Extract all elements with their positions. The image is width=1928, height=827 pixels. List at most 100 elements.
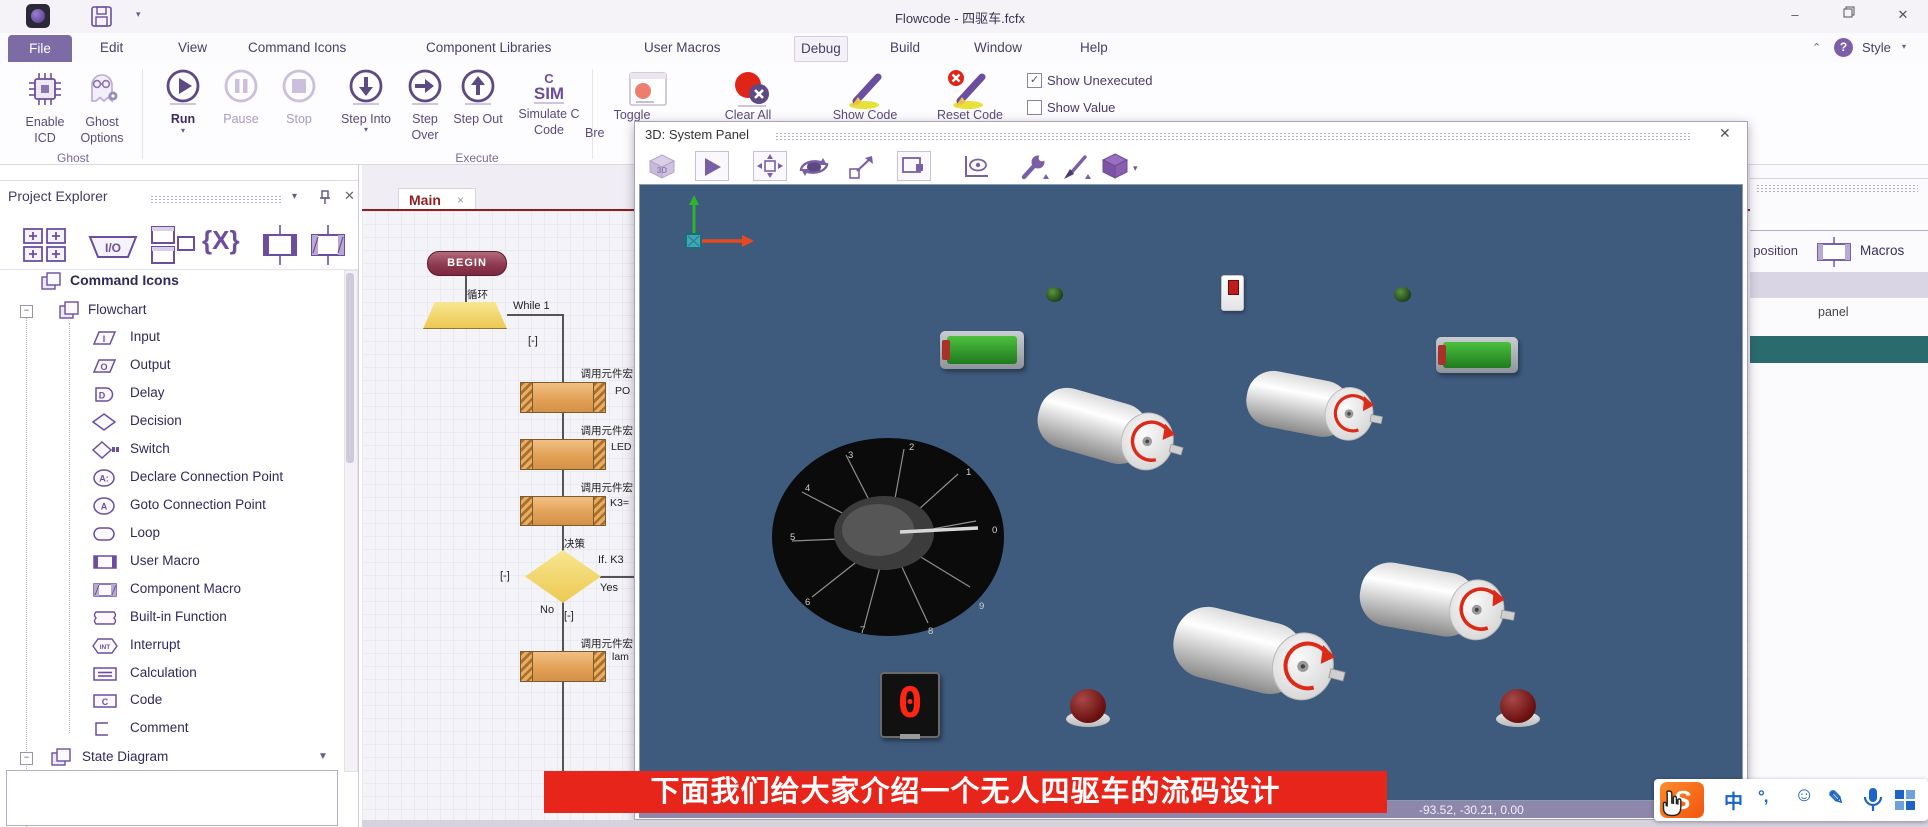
grid-add-icon[interactable]: [20, 225, 72, 265]
simulate-c-code-button[interactable]: C SIM Simulate C Code: [512, 68, 586, 138]
3d-region-button[interactable]: [897, 151, 931, 181]
flow-decision-node[interactable]: [525, 550, 601, 603]
menu-window[interactable]: Window: [968, 36, 1028, 60]
style-caret-icon[interactable]: ▾: [1902, 42, 1906, 51]
menu-component-libraries[interactable]: Component Libraries: [420, 36, 557, 60]
motor[interactable]: [1343, 540, 1534, 669]
3d-pan-button[interactable]: [753, 151, 787, 181]
flow-component-macro-node[interactable]: [520, 439, 606, 470]
tree-guide: [26, 315, 27, 827]
ime-toolbox-icon[interactable]: [1894, 789, 1918, 811]
help-icon[interactable]: ?: [1834, 38, 1853, 57]
app-icon[interactable]: [26, 4, 50, 28]
3d-brush-icon[interactable]: [1061, 153, 1091, 181]
close-button[interactable]: ✕: [1888, 7, 1918, 23]
tree-scrollbar[interactable]: [344, 270, 358, 772]
panel-close-icon[interactable]: ✕: [344, 188, 355, 204]
minimize-button[interactable]: –: [1780, 7, 1810, 22]
step-over-button[interactable]: Step Over: [398, 68, 452, 143]
selected-row[interactable]: [1750, 336, 1928, 363]
flow-component-macro-node[interactable]: [520, 496, 606, 526]
ribbon-collapse-icon[interactable]: ⌃: [1812, 41, 1821, 54]
tree-expander[interactable]: −: [20, 752, 33, 765]
menu-edit[interactable]: Edit: [94, 36, 129, 60]
menu-build[interactable]: Build: [884, 36, 926, 60]
stop-button[interactable]: Stop: [272, 68, 326, 127]
run-button[interactable]: Run ▾: [155, 68, 211, 135]
flow-component-macro-node[interactable]: [520, 382, 606, 413]
led-bargraph[interactable]: [1436, 337, 1518, 373]
windows-icon[interactable]: [148, 223, 198, 267]
push-button[interactable]: [1495, 687, 1541, 729]
tree-overflow-caret-icon[interactable]: ▼: [318, 751, 328, 762]
pin-icon[interactable]: [318, 189, 332, 205]
panel-menu-caret-icon[interactable]: ▾: [292, 191, 297, 202]
3d-viewport[interactable]: 0 1 2 3 4 5 6 7 8 9 0: [639, 184, 1743, 801]
menu-file[interactable]: File: [8, 35, 72, 62]
reset-code-button[interactable]: [946, 69, 996, 111]
ime-chinese-mode-icon[interactable]: 中: [1724, 787, 1743, 814]
seven-segment-display[interactable]: 0: [880, 672, 940, 738]
flow-component-macro-node[interactable]: [520, 651, 606, 682]
restore-button[interactable]: [1834, 6, 1864, 21]
ghost-options-button[interactable]: Ghost Options: [70, 69, 134, 146]
menu-help[interactable]: Help: [1074, 36, 1114, 60]
rotary-dial[interactable]: 0 1 2 3 4 5 6 7 8 9: [770, 437, 1006, 639]
motor[interactable]: [1019, 361, 1203, 506]
clear-all-breakpoints-button[interactable]: [730, 69, 774, 109]
enable-icd-button[interactable]: Enable ICD: [14, 69, 76, 146]
ime-handwriting-icon[interactable]: ✎: [1828, 787, 1844, 810]
toggle-breakpoint-button[interactable]: [628, 71, 668, 107]
show-unexecuted-checkbox[interactable]: ✓: [1027, 73, 1042, 88]
show-code-button[interactable]: [846, 69, 892, 111]
motor[interactable]: [1233, 351, 1397, 466]
green-led-dot[interactable]: [1394, 287, 1411, 302]
motor[interactable]: [1153, 576, 1367, 740]
3d-view-axis-icon[interactable]: [961, 154, 993, 180]
toggle-switch-component[interactable]: [1221, 275, 1244, 311]
scrollbar-thumb[interactable]: [346, 273, 354, 463]
flow-loop-node[interactable]: [423, 302, 507, 329]
menu-view[interactable]: View: [172, 36, 213, 60]
ime-voice-icon[interactable]: [1862, 787, 1884, 813]
flow-collapse-marker[interactable]: [-]: [500, 570, 510, 582]
component-macro-tool-icon[interactable]: [306, 223, 350, 267]
menu-debug[interactable]: Debug: [794, 36, 848, 62]
braces-x-icon[interactable]: {X}: [202, 225, 240, 256]
ime-punctuation-icon[interactable]: °,: [1758, 787, 1768, 807]
save-icon[interactable]: [90, 5, 114, 28]
step-out-button[interactable]: Step Out: [452, 68, 504, 127]
tab-close-icon[interactable]: ×: [457, 193, 464, 207]
io-icon[interactable]: I/O: [84, 229, 142, 263]
step-into-caret-icon[interactable]: ▾: [338, 127, 394, 133]
menu-user-macros[interactable]: User Macros: [638, 36, 727, 60]
push-button[interactable]: [1065, 687, 1111, 729]
3d-wrench-icon[interactable]: [1019, 153, 1049, 181]
3d-rotate-icon[interactable]: [797, 155, 831, 179]
flow-collapse-marker[interactable]: [-]: [564, 610, 574, 622]
green-led-dot[interactable]: [1046, 287, 1063, 302]
menu-command-icons[interactable]: Command Icons: [242, 36, 352, 60]
style-menu[interactable]: Style: [1862, 40, 1891, 55]
quick-access-caret-icon[interactable]: ▾: [136, 9, 141, 20]
tree-expander[interactable]: −: [20, 305, 33, 318]
3d-play-button[interactable]: [695, 151, 729, 181]
3d-panel-close-icon[interactable]: ✕: [1719, 125, 1731, 142]
flow-begin-node[interactable]: BEGIN: [427, 251, 507, 276]
3d-mode-icon[interactable]: 3D: [647, 153, 677, 179]
3d-material-cube-icon[interactable]: ▾: [1101, 151, 1139, 181]
pause-button[interactable]: Pause: [214, 68, 268, 127]
led-bargraph[interactable]: [940, 331, 1024, 369]
3d-resize-icon[interactable]: [847, 154, 877, 180]
panel-drag-texture[interactable]: [1756, 184, 1918, 193]
switch-actuator[interactable]: [1228, 280, 1239, 295]
show-value-checkbox[interactable]: [1027, 100, 1042, 115]
project-explorer-title: Project Explorer: [8, 188, 108, 204]
flow-collapse-marker[interactable]: [-]: [528, 335, 538, 347]
3d-panel-drag-texture[interactable]: [775, 132, 1691, 140]
user-macro-tool-icon[interactable]: [258, 223, 302, 267]
ime-emoji-icon[interactable]: ☺: [1794, 784, 1814, 807]
run-caret-icon[interactable]: ▾: [155, 127, 211, 135]
panel-drag-texture[interactable]: [150, 195, 282, 203]
step-into-button[interactable]: Step Into ▾: [338, 68, 394, 133]
